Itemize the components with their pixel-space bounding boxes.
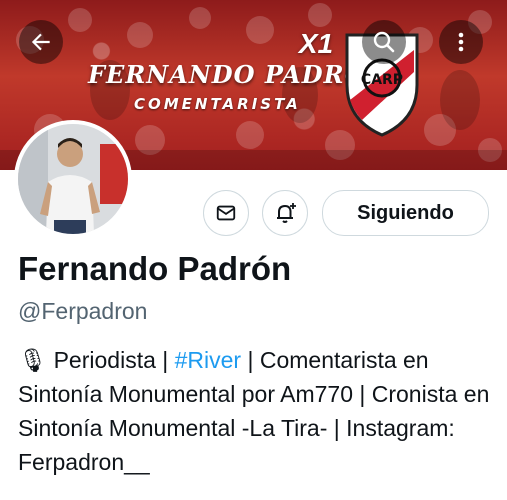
search-button[interactable] bbox=[362, 20, 406, 64]
microphone-icon: 🎙 bbox=[18, 347, 48, 373]
envelope-icon bbox=[216, 205, 236, 221]
profile-name: Fernando Padrón bbox=[18, 250, 292, 287]
notifications-button[interactable] bbox=[262, 190, 308, 236]
avatar-photo bbox=[18, 124, 128, 234]
following-button[interactable]: Siguiendo bbox=[322, 190, 489, 236]
more-options-button[interactable] bbox=[439, 20, 483, 64]
message-button[interactable] bbox=[203, 190, 249, 236]
profile-handle: @Ferpadron bbox=[18, 298, 148, 324]
search-icon bbox=[373, 31, 395, 53]
profile-bio: 🎙 Periodista | #River | Comentarista en … bbox=[18, 343, 498, 479]
bio-text-part1: Periodista | bbox=[47, 347, 175, 373]
profile-avatar[interactable] bbox=[14, 120, 132, 238]
banner-subtitle: COMENTARISTA bbox=[134, 95, 301, 113]
arrow-left-icon bbox=[31, 33, 50, 51]
x1-badge-text: X1 bbox=[298, 28, 334, 59]
more-vertical-icon bbox=[458, 32, 464, 52]
bell-plus-icon bbox=[277, 203, 296, 223]
back-button[interactable] bbox=[19, 20, 63, 64]
x1-badge: X1 bbox=[296, 24, 336, 64]
hashtag-link[interactable]: #River bbox=[175, 347, 241, 373]
club-crest-letters: CARP bbox=[361, 72, 403, 88]
